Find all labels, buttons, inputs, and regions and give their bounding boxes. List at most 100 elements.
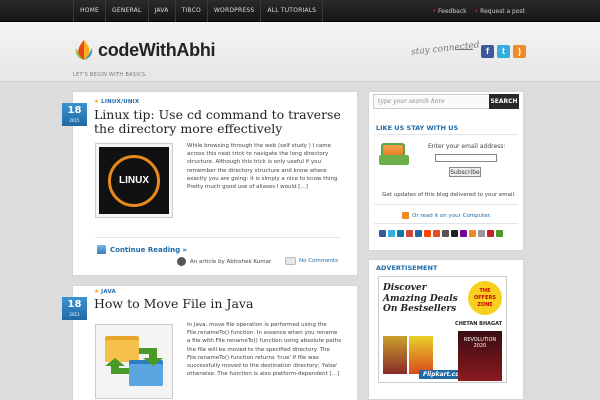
linkedin-icon[interactable] — [397, 230, 404, 237]
facebook-icon[interactable] — [379, 230, 386, 237]
post-title[interactable]: How to Move File in Java — [94, 297, 349, 311]
ad-line-1: Discover — [383, 283, 427, 293]
site-tagline: LET'S BEGIN WITH BASICS. — [73, 72, 148, 78]
post-thumbnail[interactable]: LINUX — [95, 143, 173, 218]
rss-feed-base-icon — [379, 155, 409, 165]
nav-item-general[interactable]: GENERAL — [106, 0, 149, 22]
read-on-computer-link[interactable]: Or read it on your Computer. — [402, 212, 491, 219]
delicious-icon[interactable] — [415, 230, 422, 237]
star-icon: ★ — [94, 99, 100, 105]
rss-icon[interactable] — [469, 230, 476, 237]
twitter-icon[interactable] — [388, 230, 395, 237]
continue-reading-link[interactable]: Continue Reading » — [97, 245, 187, 254]
subscribe-button[interactable]: Subscribe — [449, 167, 481, 177]
post-category[interactable]: ★ LINUX/UNIX — [94, 99, 139, 105]
feedback-label: Feedback — [438, 7, 467, 15]
digg-icon[interactable] — [442, 230, 449, 237]
read-on-computer-label: Or read it on your Computer. — [412, 212, 492, 219]
search-input[interactable]: type your search here — [373, 94, 491, 109]
pinterest-icon[interactable] — [487, 230, 494, 237]
advertisement-banner[interactable]: Discover Amazing Deals On Bestsellers TH… — [378, 276, 507, 383]
date-badge: 18 2013 — [62, 297, 87, 320]
post-category[interactable]: ★ JAVA — [94, 289, 116, 295]
ad-line-3: On Bestsellers — [383, 304, 457, 314]
nav-item-java[interactable]: JAVA — [149, 0, 176, 22]
flame-logo-icon — [75, 40, 93, 60]
post-excerpt: While browsing through the web (self stu… — [187, 143, 340, 191]
twitter-icon[interactable]: t — [497, 45, 510, 58]
stay-with-us-heading: LIKE US STAY WITH US — [376, 124, 459, 132]
feedback-link[interactable]: • Feedback — [433, 8, 467, 15]
rss-icon — [402, 212, 409, 219]
post-card: 18 2013 ★ JAVA How to Move File in Java I… — [62, 285, 358, 400]
site-header: codeWithAbhi LET'S BEGIN WITH BASICS. st… — [0, 22, 600, 82]
advertisement-heading: ADVERTISEMENT — [376, 264, 438, 272]
nav-item-all-tutorials[interactable]: ALL TUTORIALS — [261, 0, 324, 22]
post-thumbnail[interactable] — [95, 324, 173, 399]
post-title[interactable]: Linux tip: Use cd command to traverse th… — [94, 108, 349, 136]
post-year: 2013 — [69, 312, 80, 317]
post-card: 18 2015 ★ LINUX/UNIX Linux tip: Use cd co… — [62, 91, 358, 276]
divider — [95, 237, 341, 238]
move-file-icon — [105, 336, 163, 386]
divider — [374, 134, 518, 135]
post-excerpt: In Java, move file operation is performe… — [187, 322, 342, 378]
nav-item-wordpress[interactable]: WORDPRESS — [208, 0, 262, 22]
nav-item-tibco[interactable]: TIBCO — [176, 0, 208, 22]
comment-icon — [285, 257, 296, 265]
bullet-icon: • — [474, 7, 479, 15]
continue-reading-label: Continue Reading » — [110, 245, 188, 254]
yahoo-icon[interactable] — [460, 230, 467, 237]
divider — [374, 223, 518, 224]
arrow-icon — [455, 49, 473, 50]
ad-author-name: CHETAN BHAGAT — [455, 321, 502, 327]
top-navigation-bar: HOME GENERAL JAVA TIBCO WORDPRESS ALL TU… — [0, 0, 600, 22]
updates-text: Get updates of this blog delivered to yo… — [382, 192, 516, 198]
post-category-label: LINUX/UNIX — [101, 99, 140, 105]
top-links: • Feedback • Request a post — [433, 8, 526, 15]
email-field[interactable] — [435, 154, 497, 162]
rss-icon[interactable]: ) — [513, 45, 526, 58]
request-post-label: Request a post — [480, 7, 525, 15]
main-menu: HOME GENERAL JAVA TIBCO WORDPRESS ALL TU… — [73, 0, 324, 22]
sidebar-subscribe-widget: type your search here SEARCH LIKE US STA… — [368, 91, 524, 251]
comments-link[interactable]: No Comments — [285, 257, 338, 265]
bookmark-icons-row — [379, 230, 503, 237]
book-cover-image — [409, 336, 433, 374]
ad-line-2: Amazing Deals — [383, 293, 458, 304]
post-day: 18 — [67, 105, 82, 116]
post-author: An article by Abhishek Kumar — [177, 257, 271, 266]
bullet-icon: • — [432, 7, 437, 15]
post-day: 18 — [67, 299, 82, 310]
nav-item-home[interactable]: HOME — [73, 0, 107, 22]
user-icon — [177, 257, 186, 266]
email-label: Enter your email address: — [428, 143, 506, 150]
email-icon[interactable] — [478, 230, 485, 237]
document-icon — [97, 245, 106, 254]
technorati-icon[interactable] — [451, 230, 458, 237]
search-button[interactable]: SEARCH — [489, 94, 519, 109]
divider — [374, 204, 518, 205]
reddit-icon[interactable] — [424, 230, 431, 237]
share-icon[interactable] — [496, 230, 503, 237]
comments-label: No Comments — [299, 258, 339, 264]
date-badge: 18 2015 — [62, 103, 87, 126]
post-category-label: JAVA — [101, 289, 117, 295]
star-icon: ★ — [94, 289, 100, 295]
post-year: 2015 — [69, 118, 80, 123]
sidebar-advertisement-widget: ADVERTISEMENT Discover Amazing Deals On … — [368, 259, 524, 400]
site-logo[interactable]: codeWithAbhi — [73, 38, 216, 62]
offers-zone-badge: THE OFFERS ZONE — [468, 281, 502, 315]
google-icon[interactable] — [406, 230, 413, 237]
ad-book-title: REVOLUTION 2020 — [458, 331, 502, 381]
linux-badge-icon: LINUX — [108, 154, 160, 207]
book-cover-image — [383, 336, 407, 374]
ad-headline: Discover Amazing Deals On Bestsellers — [383, 283, 458, 315]
site-title: codeWithAbhi — [98, 39, 216, 60]
stumbleupon-icon[interactable] — [433, 230, 440, 237]
linux-thumbnail-image: LINUX — [99, 147, 169, 214]
top-navigation-inner: HOME GENERAL JAVA TIBCO WORDPRESS ALL TU… — [73, 0, 525, 22]
facebook-icon[interactable]: f — [481, 45, 494, 58]
post-author-label: An article by Abhishek Kumar — [190, 258, 272, 265]
request-post-link[interactable]: • Request a post — [475, 8, 525, 15]
